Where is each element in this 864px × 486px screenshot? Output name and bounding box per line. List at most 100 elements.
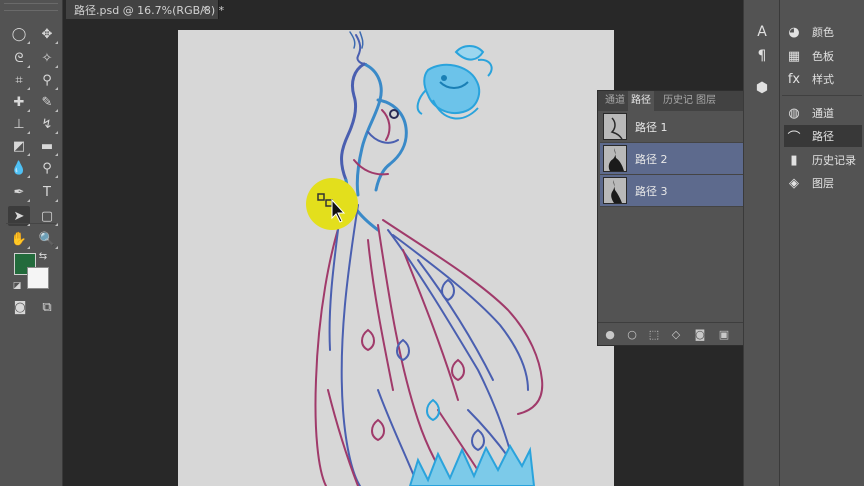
path-thumbnail (603, 177, 627, 204)
clone-stamp-tool-icon[interactable]: ⊥ (8, 114, 30, 134)
default-colors-icon[interactable]: ◪ (10, 279, 24, 293)
dock-item-layers[interactable]: ◈ 图层 (784, 172, 862, 194)
make-work-path-icon[interactable]: ◇ (668, 326, 684, 342)
tool-group-indicator (27, 65, 30, 68)
paragraph-panel-icon[interactable]: ¶ (749, 46, 775, 66)
mouse-pointer-highlight (306, 178, 358, 230)
tool-group-indicator (27, 131, 30, 134)
tools-panel: ◯ ✥ ᘓ ✧ ⌗ ⚲ ✚ ✎ ⊥ ↯ ◩ ▬ 💧 ⚲ ✒ T ➤ ▢ ✋ 🔍 ⇆ ◪ ◙ ⧉ (0, 0, 63, 486)
quick-mask-icon[interactable]: ◙ (9, 297, 31, 317)
gradient-tool-icon[interactable]: ▬ (36, 136, 58, 156)
color-icon: ◕ (788, 24, 800, 40)
zoom-tool-icon[interactable]: 🔍 (36, 229, 58, 249)
dock-item-history[interactable]: ▮ 历史记录 (784, 149, 862, 171)
tool-group-indicator (55, 41, 58, 44)
tool-group-indicator (55, 87, 58, 90)
dock-item-color[interactable]: ◕ 颜色 (784, 21, 862, 43)
dock-item-swatches[interactable]: ▦ 色板 (784, 45, 862, 67)
tail-eye-spots (361, 278, 485, 452)
layers-icon: ◈ (789, 175, 799, 191)
dock-item-label: 通道 (812, 107, 834, 120)
dock-item-styles[interactable]: fx 样式 (784, 68, 862, 90)
peacock-tail (314, 199, 544, 486)
dock-item-label: 色板 (812, 50, 834, 63)
tool-group-indicator (27, 153, 30, 156)
dodge-tool-icon[interactable]: ⚲ (36, 158, 58, 178)
eyedropper-tool-icon[interactable]: ⚲ (36, 70, 58, 90)
swatches-icon: ▦ (787, 48, 801, 64)
tool-group-indicator (55, 175, 58, 178)
peacock-artwork (314, 31, 544, 486)
fill-path-icon[interactable]: ● (602, 326, 618, 342)
3d-panel-icon[interactable]: ⬢ (749, 78, 775, 98)
collapsed-panel-strip: A ¶ ⬢ (743, 0, 780, 486)
toolbar-divider (6, 223, 56, 224)
tool-group-indicator (55, 131, 58, 134)
dock-item-channels[interactable]: ◍ 通道 (784, 102, 862, 124)
add-mask-icon[interactable]: ◙ (692, 326, 708, 342)
right-panel-dock: ◕ 颜色 ▦ 色板 fx 样式 ◍ 通道 ⌒ 路径 ▮ 历史记录 ◈ 图层 (779, 0, 864, 486)
toolbar-grip[interactable] (4, 3, 58, 11)
tool-group-indicator (55, 65, 58, 68)
tool-group-indicator (27, 175, 30, 178)
hand-tool-icon[interactable]: ✋ (8, 229, 30, 249)
healing-brush-tool-icon[interactable]: ✚ (8, 92, 30, 112)
path-name: 路径 3 (635, 184, 668, 198)
new-path-icon[interactable]: ▣ (716, 326, 732, 342)
type-tool-icon[interactable]: T (36, 182, 58, 202)
tab-history[interactable]: 历史记 (660, 91, 696, 111)
tool-group-indicator (27, 41, 30, 44)
tab-layers[interactable]: 图层 (693, 91, 719, 111)
document-tab[interactable]: 路径.psd @ 16.7%(RGB/8) * × (66, 0, 224, 19)
history-brush-tool-icon[interactable]: ↯ (36, 114, 58, 134)
path-selection-cursor-icon (317, 193, 346, 223)
tool-group-indicator (55, 109, 58, 112)
move-tool-icon[interactable]: ✥ (36, 24, 58, 44)
styles-icon: fx (787, 71, 801, 87)
tab-paths[interactable]: 路径 (628, 91, 654, 111)
dock-item-paths[interactable]: ⌒ 路径 (784, 125, 862, 147)
blur-tool-icon[interactable]: 💧 (8, 158, 30, 178)
swap-colors-icon[interactable]: ⇆ (36, 250, 50, 264)
tool-group-indicator (27, 199, 30, 202)
tool-group-indicator (55, 199, 58, 202)
path-thumbnail (603, 145, 627, 172)
tool-group-indicator (27, 87, 30, 90)
channels-icon: ◍ (788, 105, 800, 121)
dock-divider (782, 95, 862, 96)
path-row-3[interactable]: 路径 3 (600, 175, 762, 207)
path-row-1[interactable]: 路径 1 (600, 111, 762, 143)
crop-tool-icon[interactable]: ⌗ (8, 70, 30, 90)
dock-item-label: 历史记录 (812, 154, 856, 167)
history-icon: ▮ (790, 152, 798, 168)
marquee-tool-icon[interactable]: ◯ (8, 24, 30, 44)
tool-group-indicator (27, 246, 30, 249)
close-tab-icon[interactable]: × (201, 2, 210, 15)
path-name: 路径 2 (635, 152, 668, 166)
tool-group-indicator (55, 246, 58, 249)
magic-wand-tool-icon[interactable]: ✧ (36, 48, 58, 68)
character-panel-icon[interactable]: A (749, 22, 775, 42)
dock-item-label: 图层 (812, 177, 834, 190)
path-thumbnail (603, 113, 627, 140)
tail-fringe (408, 443, 536, 486)
fish-ornament (416, 45, 493, 120)
brush-tool-icon[interactable]: ✎ (36, 92, 58, 112)
lasso-tool-icon[interactable]: ᘓ (8, 48, 30, 68)
pen-tool-icon[interactable]: ✒ (8, 182, 30, 202)
path-name: 路径 1 (635, 120, 668, 134)
tool-group-indicator (55, 153, 58, 156)
stroke-path-icon[interactable]: ○ (624, 326, 640, 342)
tool-group-indicator (27, 109, 30, 112)
dock-item-label: 路径 (812, 130, 834, 143)
dock-item-label: 样式 (812, 73, 834, 86)
paths-icon: ⌒ (787, 130, 801, 146)
eraser-tool-icon[interactable]: ◩ (8, 136, 30, 156)
tab-channels[interactable]: 通道 (602, 91, 628, 111)
load-as-selection-icon[interactable]: ⬚ (646, 326, 662, 342)
background-color-swatch[interactable] (27, 267, 49, 289)
path-row-2[interactable]: 路径 2 (600, 143, 762, 175)
screen-mode-icon[interactable]: ⧉ (36, 297, 58, 317)
document-canvas[interactable] (178, 30, 614, 486)
dock-item-label: 颜色 (812, 26, 834, 39)
